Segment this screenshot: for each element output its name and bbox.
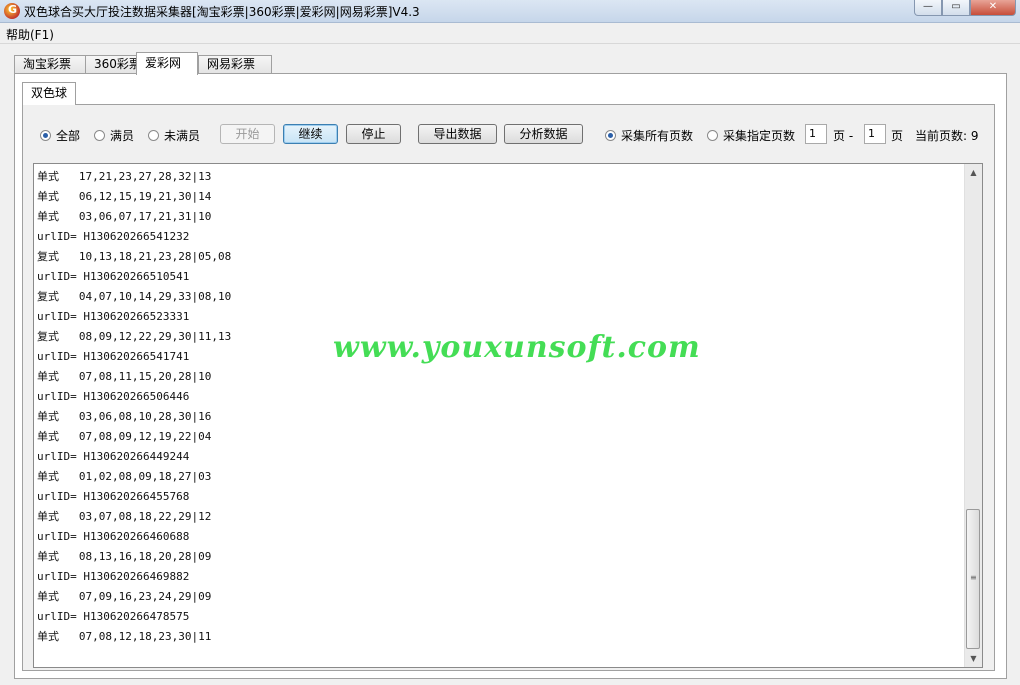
filter-not-full-radio[interactable]: 未满员 [148,127,200,143]
window-title: 双色球合买大厅投注数据采集器[淘宝彩票|360彩票|爱彩网|网易彩票]V4.3 [24,5,420,19]
log-line: 单式 07,08,09,12,19,22|04 [37,430,212,443]
log-line: 复式 08,09,12,22,29,30|11,13 [37,330,232,343]
log-line: urlID= H130620266455768 [37,490,190,503]
vertical-scrollbar[interactable]: ▲ ≡ ▼ [964,164,982,667]
export-data-button[interactable]: 导出数据 [418,124,497,144]
scrollbar-thumb[interactable]: ≡ [966,509,980,649]
log-line: urlID= H130620266510541 [37,270,190,283]
log-line: 单式 17,21,23,27,28,32|13 [37,170,212,183]
radio-icon [94,129,105,141]
menu-help[interactable]: 帮助(F1) [6,26,54,43]
page-to-input[interactable]: 1 [864,124,886,144]
log-line: 单式 07,08,11,15,20,28|10 [37,370,212,383]
log-line: urlID= H130620266449244 [37,450,190,463]
log-output[interactable]: 单式 17,21,23,27,28,32|13 单式 06,12,15,19,21… [33,163,983,668]
collect-all-pages-radio[interactable]: 采集所有页数 [605,127,693,143]
tab-taobao[interactable]: 淘宝彩票 [14,55,87,74]
analyze-data-button[interactable]: 分析数据 [504,124,583,144]
log-line: 单式 03,06,07,17,21,31|10 [37,210,212,223]
continue-button[interactable]: 继续 [283,124,338,144]
filter-all-radio[interactable]: 全部 [40,127,80,143]
log-line: 单式 07,08,12,18,23,30|11 [37,630,212,643]
log-line: 单式 07,09,16,23,24,29|09 [37,590,212,603]
log-line: 单式 08,13,16,18,20,28|09 [37,550,212,563]
page-from-input[interactable]: 1 [805,124,827,144]
stop-button[interactable]: 停止 [346,124,401,144]
title-bar: G 双色球合买大厅投注数据采集器[淘宝彩票|360彩票|爱彩网|网易彩票]V4.… [0,0,1020,23]
start-button[interactable]: 开始 [220,124,275,144]
radio-icon [148,129,159,141]
app-logo-icon: G [4,3,20,19]
current-page-label: 当前页数: 9 [915,129,979,143]
radio-icon [707,129,718,141]
minimize-button[interactable]: — [914,0,942,16]
up-arrow-icon[interactable]: ▲ [965,164,982,181]
log-line: urlID= H130620266469882 [37,570,190,583]
log-line: urlID= H130620266478575 [37,610,190,623]
radio-icon [40,129,51,141]
log-line: 单式 03,07,08,18,22,29|12 [37,510,212,523]
log-line: urlID= H130620266523331 [37,310,190,323]
close-button[interactable]: ✕ [970,0,1016,16]
tab-netease[interactable]: 网易彩票 [198,55,272,74]
log-line: 单式 01,02,08,09,18,27|03 [37,470,212,483]
log-line: urlID= H130620266460688 [37,530,190,543]
watermark: www.youxunsoft.com [333,330,701,365]
log-line: 单式 06,12,15,19,21,30|14 [37,190,212,203]
page-unit-label: 页 [891,129,904,143]
menu-bar: 帮助(F1) [0,23,1020,44]
log-line: 复式 10,13,18,21,23,28|05,08 [37,250,232,263]
log-line: urlID= H130620266541232 [37,230,190,243]
grip-icon: ≡ [970,573,977,582]
log-line: urlID= H130620266541741 [37,350,190,363]
log-line: urlID= H130620266506446 [37,390,190,403]
radio-icon [605,129,616,141]
current-page-value: 9 [970,129,979,143]
collect-specified-pages-radio[interactable]: 采集指定页数 [707,127,795,143]
page-separator-label: 页 - [833,129,854,143]
tab-shuangseqiu[interactable]: 双色球 [22,82,76,105]
filter-full-radio[interactable]: 满员 [94,127,134,143]
down-arrow-icon[interactable]: ▼ [965,650,982,667]
log-line: 单式 03,06,08,10,28,30|16 [37,410,212,423]
log-line: 复式 04,07,10,14,29,33|08,10 [37,290,232,303]
maximize-button[interactable]: ▭ [942,0,970,16]
tab-aicai[interactable]: 爱彩网 [136,52,198,75]
